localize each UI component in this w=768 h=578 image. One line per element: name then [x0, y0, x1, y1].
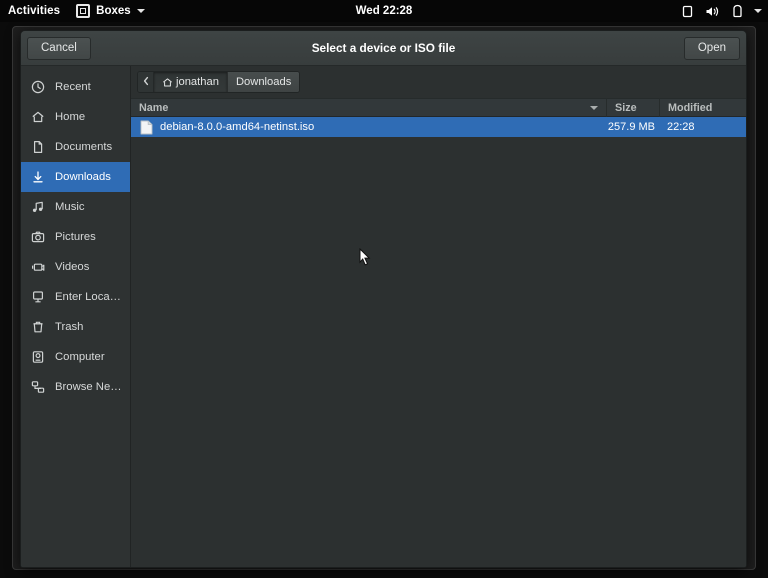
sidebar-item-pictures[interactable]: Pictures — [21, 222, 130, 252]
document-icon — [30, 139, 46, 155]
sidebar-item-music[interactable]: Music — [21, 192, 130, 222]
breadcrumb-back-button[interactable] — [138, 72, 154, 92]
location-icon — [30, 289, 46, 305]
sidebar-item-browse-network[interactable]: Browse Netw... — [21, 372, 130, 402]
boxes-icon — [76, 4, 90, 18]
column-header-modified[interactable]: Modified — [660, 98, 746, 117]
music-icon — [30, 199, 46, 215]
breadcrumb-item-downloads[interactable]: Downloads — [228, 72, 299, 92]
sidebar-item-label: Videos — [55, 261, 89, 273]
activities-button[interactable]: Activities — [0, 0, 69, 22]
file-list[interactable]: debian-8.0.0-amd64-netinst.iso 257.9 MB … — [131, 117, 746, 567]
dialog-body: Recent Home Documents — [21, 66, 746, 567]
sidebar-item-trash[interactable]: Trash — [21, 312, 130, 342]
column-header-size[interactable]: Size — [607, 98, 660, 117]
file-name-label: debian-8.0.0-amd64-netinst.iso — [160, 121, 314, 133]
mouse-cursor — [359, 248, 371, 267]
home-icon — [162, 77, 173, 88]
display-icon — [681, 5, 694, 18]
sidebar-item-label: Browse Netw... — [55, 381, 124, 393]
pathbar-row: jonathan Downloads — [131, 66, 746, 98]
network-icon — [30, 379, 46, 395]
home-icon — [30, 109, 46, 125]
sidebar-item-label: Computer — [55, 351, 105, 363]
gnome-top-bar: Activities Boxes Wed 22:28 — [0, 0, 768, 22]
sidebar-item-home[interactable]: Home — [21, 102, 130, 132]
computer-icon — [30, 349, 46, 365]
chevron-down-icon — [137, 9, 145, 13]
breadcrumb-item-jonathan[interactable]: jonathan — [154, 72, 228, 92]
sidebar-item-label: Trash — [55, 321, 83, 333]
video-icon — [30, 259, 46, 275]
cancel-button[interactable]: Cancel — [27, 37, 91, 60]
open-button-label: Open — [698, 42, 726, 54]
iso-file-icon — [140, 120, 153, 135]
sort-descending-icon — [590, 106, 598, 110]
chevron-down-icon — [754, 9, 762, 13]
open-button[interactable]: Open — [684, 37, 740, 60]
sidebar-item-label: Pictures — [55, 231, 96, 243]
app-menu-label: Boxes — [96, 5, 131, 17]
download-icon — [30, 169, 46, 185]
activities-label: Activities — [8, 5, 60, 17]
breadcrumb-item-label: Downloads — [236, 76, 291, 88]
cancel-button-label: Cancel — [41, 42, 77, 54]
trash-icon — [30, 319, 46, 335]
column-header-label: Modified — [668, 102, 712, 114]
sidebar-item-downloads[interactable]: Downloads — [21, 162, 130, 192]
sidebar-item-label: Music — [55, 201, 85, 213]
column-header-name[interactable]: Name — [131, 98, 607, 117]
camera-icon — [30, 229, 46, 245]
sidebar-item-documents[interactable]: Documents — [21, 132, 130, 162]
sidebar-item-recent[interactable]: Recent — [21, 72, 130, 102]
battery-icon — [732, 4, 743, 18]
status-area[interactable] — [681, 0, 762, 22]
dialog-header-bar: Cancel Select a device or ISO file Open — [21, 31, 746, 66]
sidebar-item-label: Home — [55, 111, 85, 123]
chevron-left-icon — [142, 73, 150, 91]
dialog-title: Select a device or ISO file — [21, 31, 746, 66]
clock-icon — [30, 79, 46, 95]
sidebar-item-computer[interactable]: Computer — [21, 342, 130, 372]
sidebar-item-label: Enter Location — [55, 291, 124, 303]
file-chooser-dialog: Cancel Select a device or ISO file Open … — [20, 30, 747, 568]
sidebar-item-label: Documents — [55, 141, 112, 153]
table-row[interactable]: debian-8.0.0-amd64-netinst.iso 257.9 MB … — [131, 117, 746, 137]
sidebar-item-label: Recent — [55, 81, 91, 93]
sidebar-item-videos[interactable]: Videos — [21, 252, 130, 282]
file-browser-pane: jonathan Downloads Name Size Modified — [131, 66, 746, 567]
column-header-label: Name — [139, 102, 168, 114]
breadcrumb-item-label: jonathan — [176, 76, 219, 88]
sidebar-item-enter-location[interactable]: Enter Location — [21, 282, 130, 312]
sidebar-item-label: Downloads — [55, 171, 111, 183]
file-name-cell: debian-8.0.0-amd64-netinst.iso — [131, 120, 607, 135]
breadcrumb[interactable]: jonathan Downloads — [137, 71, 300, 93]
file-modified-cell: 22:28 — [660, 121, 746, 133]
file-list-header: Name Size Modified — [131, 98, 746, 117]
file-size-cell: 257.9 MB — [607, 121, 660, 133]
column-header-label: Size — [615, 102, 637, 114]
app-menu-button[interactable]: Boxes — [69, 0, 152, 22]
places-sidebar[interactable]: Recent Home Documents — [21, 66, 131, 567]
volume-icon — [705, 5, 721, 18]
